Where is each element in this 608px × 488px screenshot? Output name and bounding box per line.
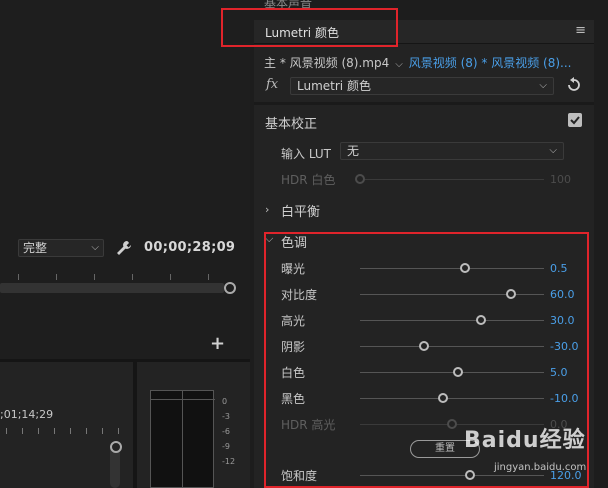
section-divider	[254, 102, 594, 105]
ruler-tick	[94, 274, 95, 280]
ruler-tick	[18, 274, 19, 280]
clip-selector[interactable]: 主 * 风景视频 (8).mp4 ⌵ 风景视频 (8) * 风景视频 (8)...	[264, 54, 572, 71]
meter-scale-label: -3	[222, 412, 230, 421]
ruler-tick	[6, 428, 7, 434]
input-lut-label: 输入 LUT	[281, 147, 332, 161]
hdr-white-value[interactable]: 100	[550, 173, 571, 186]
chevron-down-icon[interactable]: ⌵	[395, 59, 403, 70]
input-lut-value: 无	[347, 144, 360, 158]
audio-meter	[150, 390, 215, 488]
effect-dropdown[interactable]: Lumetri 颜色 ⌵	[290, 77, 554, 95]
monitor-scroll-bar[interactable]	[0, 283, 224, 293]
ruler-tick	[56, 274, 57, 280]
ruler-tick	[70, 428, 71, 434]
meter-scale-label: 0	[222, 397, 228, 406]
meter-line	[151, 399, 215, 400]
sequence-clip-label[interactable]: 风景视频 (8) * 风景视频 (8)...	[409, 56, 572, 70]
effect-row: fx Lumetri 颜色 ⌵	[266, 77, 582, 95]
ruler-tick	[102, 428, 103, 434]
monitor-scroll-handle[interactable]	[224, 282, 236, 294]
audio-meter-scale: 0 -3 -6 -9 -12	[222, 394, 235, 469]
effect-dropdown-value: Lumetri 颜色	[297, 79, 371, 93]
timeline-timecode[interactable]: ;01;14;29	[0, 408, 53, 421]
chevron-down-icon: ⌵	[539, 80, 547, 91]
watermark-brand: Baidu经验	[464, 428, 586, 453]
panel-divider	[133, 362, 137, 488]
chevron-down-icon: ⌵	[91, 242, 99, 253]
hamburger-menu-icon[interactable]: ≡	[575, 23, 586, 38]
ruler-tick	[118, 428, 119, 434]
ruler-tick	[170, 274, 171, 280]
ruler-tick	[208, 274, 209, 280]
baidu-watermark: Baidu经验 jingyan.baidu.com	[458, 418, 598, 480]
wrench-icon[interactable]	[115, 240, 133, 256]
reset-effect-icon[interactable]	[566, 77, 582, 93]
ruler-tick	[54, 428, 55, 434]
input-lut-dropdown[interactable]: 无 ⌵	[340, 142, 564, 160]
hdr-white-slider-knob[interactable]	[355, 174, 365, 184]
meter-scale-label: -9	[222, 442, 230, 451]
fit-dropdown[interactable]: 完整 ⌵	[18, 239, 104, 257]
highlight-box	[221, 8, 398, 47]
hdr-white-label: HDR 白色	[281, 173, 336, 187]
checkmark-icon	[570, 116, 580, 125]
white-balance-title[interactable]: 白平衡	[281, 201, 320, 220]
program-monitor	[0, 0, 250, 362]
hdr-white-slider-track[interactable]	[360, 179, 544, 180]
chevron-right-icon[interactable]: ›	[265, 203, 269, 216]
chevron-down-icon: ⌵	[549, 145, 557, 156]
fx-icon[interactable]: fx	[266, 77, 278, 92]
ruler-tick	[38, 428, 39, 434]
master-clip-label[interactable]: 主 * 风景视频 (8).mp4	[264, 56, 389, 70]
watermark-url: jingyan.baidu.com	[494, 462, 587, 473]
fit-dropdown-value: 完整	[23, 241, 48, 255]
playhead-timecode[interactable]: 00;00;28;09	[144, 240, 235, 255]
meter-scale-label: -6	[222, 427, 230, 436]
ruler-tick	[132, 274, 133, 280]
timeline-ruler[interactable]	[0, 426, 130, 436]
basic-correction-checkbox[interactable]	[568, 113, 582, 127]
add-button-icon[interactable]: +	[210, 333, 225, 354]
meter-channel-divider	[182, 391, 183, 488]
meter-scale-label: -12	[222, 457, 236, 466]
timeline-zoom-handle[interactable]	[110, 441, 122, 453]
ruler-tick	[22, 428, 23, 434]
ruler-tick	[86, 428, 87, 434]
basic-correction-title[interactable]: 基本校正	[265, 113, 317, 132]
